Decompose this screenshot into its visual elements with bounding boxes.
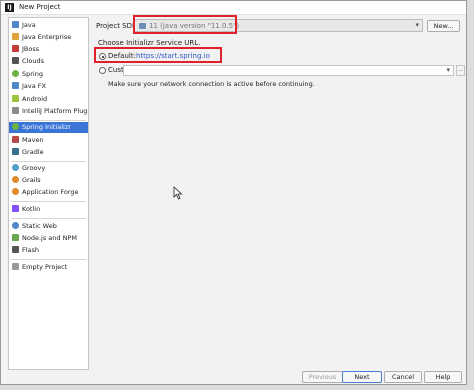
groovy-icon	[12, 163, 19, 171]
chevron-down-icon: ▾	[446, 66, 450, 74]
project-type-sidebar: Java Java Enterprise JBoss Clouds Spring…	[8, 17, 89, 370]
sidebar-item-label: Spring Initializr	[22, 123, 71, 131]
sidebar-divider	[11, 161, 86, 162]
next-button[interactable]: Next	[342, 371, 382, 383]
default-url-link[interactable]: https://start.spring.io	[136, 52, 210, 60]
gradle-icon	[12, 147, 19, 155]
web-icon	[12, 221, 19, 229]
sidebar-item-gradle[interactable]: Gradle	[9, 147, 88, 158]
choose-url-label: Choose Initializr Service URL.	[98, 39, 201, 47]
sidebar-item-intellij-platform-plugin[interactable]: IntelliJ Platform Plugin	[9, 106, 88, 117]
sidebar-item-label: Java FX	[22, 82, 46, 90]
sidebar-item-java-enterprise[interactable]: Java Enterprise	[9, 32, 88, 43]
spring-icon	[12, 69, 19, 77]
sidebar-item-label: Node.js and NPM	[22, 234, 77, 242]
jboss-icon	[12, 44, 19, 52]
sidebar-item-label: Grails	[22, 176, 41, 184]
spring-initializr-icon	[12, 122, 19, 130]
sidebar-item-label: JBoss	[22, 45, 40, 53]
folder-icon	[12, 20, 19, 28]
sidebar-item-label: IntelliJ Platform Plugin	[22, 107, 88, 115]
sidebar-divider	[11, 218, 86, 219]
sidebar-divider	[11, 201, 86, 202]
chevron-down-icon: ▾	[415, 21, 419, 29]
sidebar-divider	[11, 259, 86, 260]
sidebar-item-android[interactable]: Android	[9, 94, 88, 105]
folder-icon	[12, 262, 19, 270]
new-project-dialog: IJ New Project Java Java Enterprise JBos…	[0, 0, 467, 385]
sidebar-item-spring-initializr[interactable]: Spring Initializr	[9, 122, 88, 133]
cloud-icon	[12, 56, 19, 64]
sidebar-item-flash[interactable]: Flash	[9, 245, 88, 256]
sidebar-item-label: Flash	[22, 246, 40, 254]
cancel-button[interactable]: Cancel	[384, 371, 422, 383]
sidebar-divider	[11, 120, 86, 121]
sidebar-item-label: Java	[22, 21, 36, 29]
jdk-folder-icon	[139, 23, 146, 29]
sidebar-item-java-fx[interactable]: Java FX	[9, 81, 88, 92]
sidebar-item-label: Clouds	[22, 57, 44, 65]
project-sdk-value: 11 (java version "11.0.5")	[149, 22, 240, 30]
project-sdk-label: Project SDK:	[96, 22, 139, 30]
kotlin-icon	[12, 204, 19, 212]
title-bar: IJ New Project	[1, 1, 466, 15]
sidebar-item-groovy[interactable]: Groovy	[9, 163, 88, 174]
sidebar-item-label: Maven	[22, 136, 44, 144]
sidebar-item-spring[interactable]: Spring	[9, 69, 88, 80]
java-ee-icon	[12, 32, 19, 40]
sidebar-item-label: Application Forge	[22, 188, 79, 196]
sidebar-item-label: Kotlin	[22, 205, 41, 213]
new-sdk-button[interactable]: New...	[427, 20, 460, 32]
flash-icon	[12, 245, 19, 253]
sidebar-item-static-web[interactable]: Static Web	[9, 221, 88, 232]
sidebar-item-nodejs-npm[interactable]: Node.js and NPM	[9, 233, 88, 244]
maven-icon	[12, 135, 19, 143]
sidebar-item-label: Groovy	[22, 164, 46, 172]
default-url-radio[interactable]	[99, 53, 106, 60]
default-url-label: Default:	[108, 52, 136, 60]
custom-url-radio[interactable]	[99, 67, 106, 74]
android-icon	[12, 94, 19, 102]
sidebar-item-grails[interactable]: Grails	[9, 175, 88, 186]
grails-icon	[12, 175, 19, 183]
sidebar-item-label: Android	[22, 95, 48, 103]
sidebar-item-label: Java Enterprise	[22, 33, 72, 41]
sidebar-item-jboss[interactable]: JBoss	[9, 44, 88, 55]
sidebar-item-empty-project[interactable]: Empty Project	[9, 262, 88, 273]
folder-icon	[12, 81, 19, 89]
custom-url-input[interactable]: ▾	[123, 65, 454, 76]
application-forge-icon	[12, 187, 19, 195]
previous-button[interactable]: Previous	[302, 371, 343, 383]
window-title: New Project	[19, 3, 61, 11]
sidebar-item-label: Empty Project	[22, 263, 68, 271]
sidebar-item-application-forge[interactable]: Application Forge	[9, 187, 88, 198]
sidebar-item-label: Spring	[22, 70, 43, 78]
nodejs-icon	[12, 233, 19, 241]
network-note: Make sure your network connection is act…	[108, 80, 315, 88]
sidebar-item-label: Static Web	[22, 222, 57, 230]
sidebar-item-maven[interactable]: Maven	[9, 135, 88, 146]
sidebar-item-java[interactable]: Java	[9, 20, 88, 31]
sidebar-item-label: Gradle	[22, 148, 44, 156]
project-sdk-dropdown[interactable]: 11 (java version "11.0.5") ▾	[134, 19, 423, 32]
browse-button[interactable]: ...	[456, 65, 465, 76]
help-button[interactable]: Help	[424, 371, 462, 383]
intellij-app-icon: IJ	[5, 3, 14, 12]
plugin-icon	[12, 106, 19, 114]
sidebar-item-kotlin[interactable]: Kotlin	[9, 204, 88, 215]
mouse-cursor-icon	[173, 186, 183, 200]
sidebar-item-clouds[interactable]: Clouds	[9, 56, 88, 67]
